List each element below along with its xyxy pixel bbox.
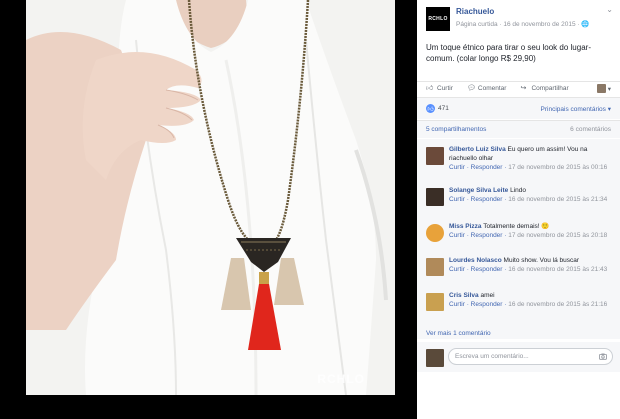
comment-input-placeholder: Escreva um comentário... <box>455 353 529 360</box>
page-avatar[interactable]: RCHLO <box>426 7 450 31</box>
photo-viewer: RCHLO <box>0 0 417 419</box>
comment-body: Miss Pizza Totalmente demais! 🙂 Curtir ·… <box>449 222 611 240</box>
post-text: Um toque étnico para tirar o seu look do… <box>426 43 591 63</box>
comment-actions[interactable]: Curtir · Responder · <box>449 301 508 308</box>
comment-time[interactable]: 17 de novembro de 2015 às 00:16 <box>508 164 607 171</box>
commenter-name[interactable]: Gilberto Luiz Silva <box>449 146 506 153</box>
comment-composer: Escreva um comentário... <box>417 342 620 372</box>
post-meta: Página curtida · 16 de novembro de 2015 … <box>456 20 589 28</box>
necklace-model-illustration <box>26 0 395 395</box>
avatar[interactable] <box>426 188 444 206</box>
reactions-bar: 👍︎ 471 Principais comentários ▾ <box>417 97 620 119</box>
avatar <box>596 84 606 93</box>
share-label: Compartilhar <box>531 85 569 92</box>
comment-body: Lourdes Nolasco Muito show. Vou lá busca… <box>449 256 611 274</box>
thumbs-up-icon: 👍︎ <box>426 85 434 92</box>
page-name-link[interactable]: Riachuelo <box>456 7 494 16</box>
comment-actions[interactable]: Curtir · Responder · <box>449 232 508 239</box>
avatar[interactable] <box>426 258 444 276</box>
comment-text: amei <box>480 292 495 299</box>
comment-body: Solange Silva Leite Lindo Curtir · Respo… <box>449 186 611 204</box>
comment-time[interactable]: 16 de novembro de 2015 às 21:16 <box>508 301 607 308</box>
commenter-name[interactable]: Cris Silva <box>449 292 479 299</box>
comment-time[interactable]: 16 de novembro de 2015 às 21:34 <box>508 196 607 203</box>
comment-time[interactable]: 16 de novembro de 2015 às 21:43 <box>508 266 607 273</box>
post-photo[interactable]: RCHLO <box>26 0 395 395</box>
post-meta-text: Página curtida · 16 de novembro de 2015 … <box>456 21 582 28</box>
comment-text: Lindo <box>510 187 526 194</box>
post-actions: 👍︎ Curtir 💬︎ Comentar ↪ Compartilhar ▾ <box>417 81 620 95</box>
post-header: RCHLO Riachuelo Página curtida · 16 de n… <box>417 0 620 40</box>
like-label: Curtir <box>437 85 453 92</box>
comment-text: Muito show. Vou lá buscar <box>503 257 580 264</box>
avatar[interactable] <box>426 293 444 311</box>
like-reaction-icon[interactable]: 👍︎ <box>426 104 435 113</box>
comment-actions[interactable]: Curtir · Responder · <box>449 196 508 203</box>
comment-button[interactable]: 💬︎ Comentar <box>467 85 507 92</box>
commenter-name[interactable]: Solange Silva Leite <box>449 187 508 194</box>
shares-bar: 5 compartilhamentos 6 comentários <box>417 120 620 138</box>
panel-footer-space <box>417 372 620 419</box>
comment-actions[interactable]: Curtir · Responder · <box>449 266 508 273</box>
comment-icon: 💬︎ <box>466 85 476 92</box>
comment-actions[interactable]: Curtir · Responder · <box>449 164 508 171</box>
share-button[interactable]: ↪ Compartilhar <box>520 85 568 92</box>
share-icon: ↪ <box>520 85 527 92</box>
globe-icon: 🌐 <box>581 21 590 28</box>
avatar[interactable] <box>426 147 444 165</box>
caret-down-icon: ▾ <box>607 85 611 93</box>
comment-body: Gilberto Luiz Silva Eu quero um assim! V… <box>449 145 611 172</box>
comment-text: Totalmente demais! 🙂 <box>483 223 550 230</box>
avatar <box>426 349 444 367</box>
comment-input[interactable]: Escreva um comentário... <box>448 348 613 365</box>
reaction-count[interactable]: 471 <box>438 105 449 112</box>
comment-list: Gilberto Luiz Silva Eu quero um assim! V… <box>417 139 620 339</box>
camera-icon[interactable] <box>599 353 607 360</box>
comments-count: 6 comentários <box>570 126 611 133</box>
shares-link[interactable]: 5 compartilhamentos <box>426 126 486 133</box>
commenter-name[interactable]: Miss Pizza <box>449 223 482 230</box>
chevron-down-icon[interactable]: ⌄ <box>606 5 613 14</box>
like-button[interactable]: 👍︎ Curtir <box>426 85 453 92</box>
photo-watermark: RCHLO <box>317 372 365 386</box>
view-more-comments-link[interactable]: Ver mais 1 comentário <box>426 330 491 337</box>
comment-body: Cris Silva amei Curtir · Responder · 16 … <box>449 291 611 309</box>
avatar[interactable] <box>426 224 444 242</box>
comment-time[interactable]: 17 de novembro de 2015 às 20:18 <box>508 232 607 239</box>
post-as-selector[interactable]: ▾ <box>596 84 611 93</box>
post-panel: RCHLO Riachuelo Página curtida · 16 de n… <box>417 0 620 419</box>
comment-label: Comentar <box>477 85 507 92</box>
commenter-name[interactable]: Lourdes Nolasco <box>449 257 502 264</box>
comment-sort-dropdown[interactable]: Principais comentários ▾ <box>541 105 611 113</box>
